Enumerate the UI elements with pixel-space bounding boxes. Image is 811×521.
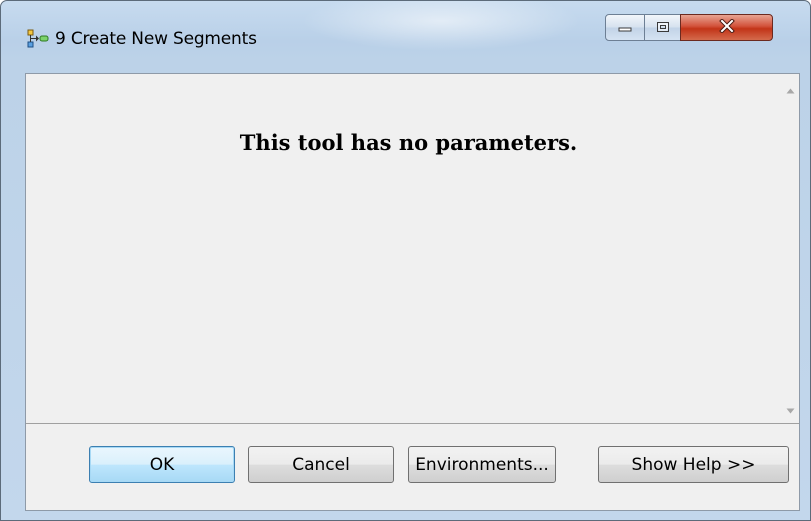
scroll-up-button[interactable] — [782, 80, 799, 97]
maximize-button[interactable] — [644, 14, 681, 41]
environments-button[interactable]: Environments... — [408, 446, 556, 483]
minimize-icon — [617, 18, 633, 37]
dialog-client-area: This tool has no parameters. OK Cancel E… — [25, 73, 800, 511]
tool-dialog-window: 9 Create New Segments This tool has no p… — [0, 0, 811, 521]
scroll-down-button[interactable] — [782, 400, 799, 417]
scroll-down-arrow-icon — [786, 399, 795, 418]
cancel-button[interactable]: Cancel — [248, 446, 394, 483]
scroll-up-arrow-icon — [786, 79, 795, 98]
minimize-button[interactable] — [605, 14, 645, 41]
parameters-panel: This tool has no parameters. — [26, 74, 799, 424]
no-parameters-message: This tool has no parameters. — [239, 130, 578, 155]
close-icon — [718, 18, 735, 37]
window-title: 9 Create New Segments — [55, 29, 257, 49]
model-tool-icon — [27, 29, 49, 49]
vertical-scrollbar[interactable] — [782, 74, 799, 423]
title-bar[interactable]: 9 Create New Segments — [1, 1, 810, 57]
close-button[interactable] — [680, 14, 773, 41]
maximize-icon — [656, 18, 670, 37]
show-help-button[interactable]: Show Help >> — [598, 446, 789, 483]
ok-button[interactable]: OK — [89, 446, 235, 483]
